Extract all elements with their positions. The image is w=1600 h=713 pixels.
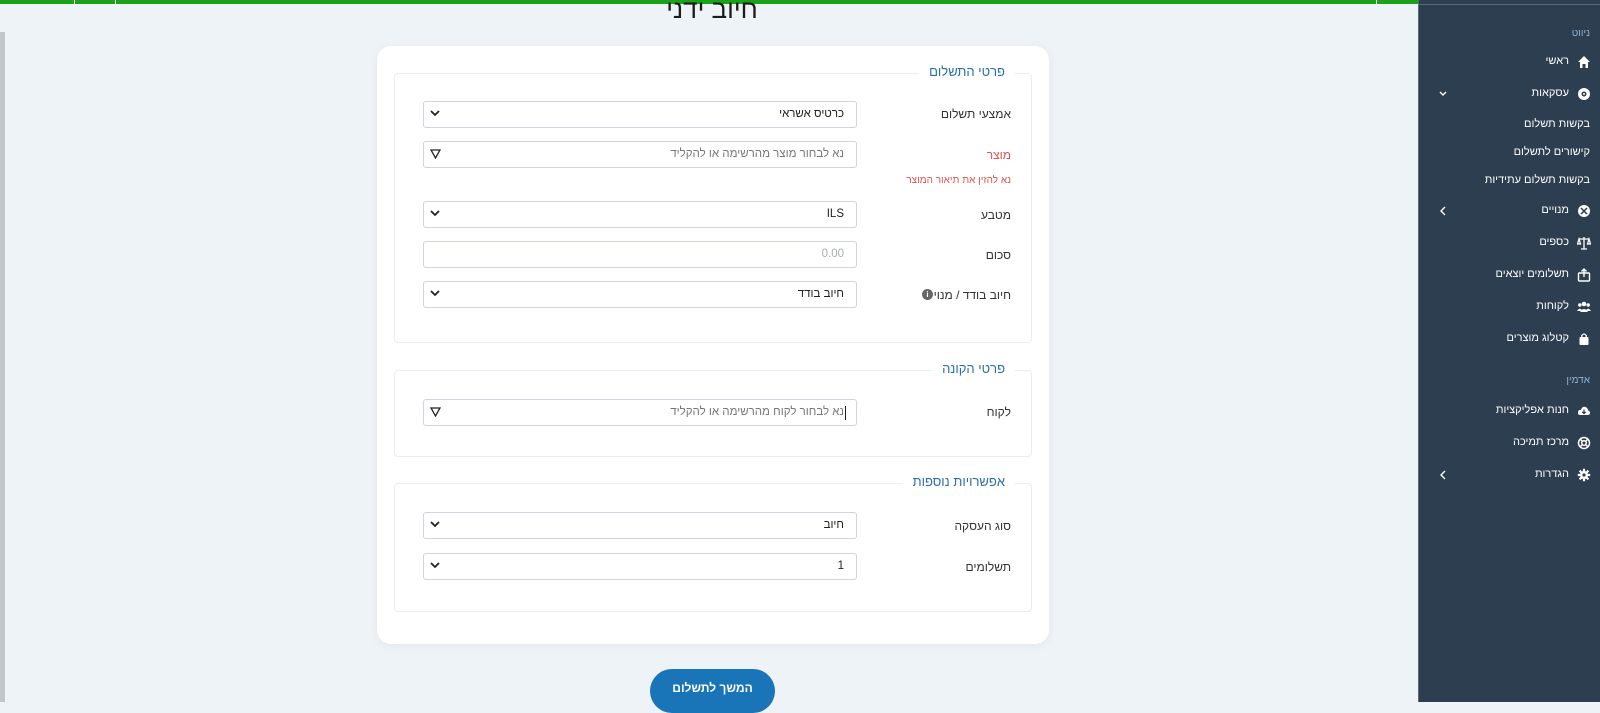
scale-icon [1577,236,1591,250]
home-icon [1578,56,1590,68]
customer-label: לקוח [986,405,1011,419]
product-error-message: נא להזין את תיאור המוצר [906,175,1011,186]
chevron-left-icon [1440,470,1446,480]
section-legend: אפשרויות נוספות [902,474,1015,489]
cloud-download-icon [1577,406,1591,415]
text-cursor [845,406,846,420]
chevron-down-icon [430,110,440,117]
dropdown-triangle-icon [430,407,441,417]
transaction-type-select[interactable]: חיוב [423,512,857,539]
info-icon[interactable]: i [922,289,933,300]
sidebar-section-admin: אדמין [1566,375,1590,386]
section-legend: פרטי התשלום [919,64,1015,79]
payment-details-section: פרטי התשלום אמצעי תשלום כרטיס אשראי מוצר… [394,64,1032,343]
gear-icon [1577,468,1591,482]
topbar-divider [115,0,116,4]
page-title: חיוב ידני [666,0,758,24]
transactions-icon [1578,88,1590,100]
shopping-bag-icon [1579,333,1589,345]
left-scroll-strip [0,32,5,702]
continue-to-payment-button[interactable]: המשך לתשלום [650,669,775,713]
dropdown-triangle-icon [430,149,441,159]
outgoing-icon [1577,268,1591,282]
amount-input[interactable]: 0.00 [423,241,857,268]
extra-options-section: אפשרויות נוספות סוג העסקה חיוב תשלומים 1 [394,474,1032,612]
customer-combobox[interactable]: נא לבחור לקוח מהרשימה או להקליד [423,399,857,426]
sidebar-item-funds[interactable]: כספים [1419,231,1600,255]
chevron-down-icon [430,521,440,528]
manual-charge-form: פרטי התשלום אמצעי תשלום כרטיס אשראי מוצר… [377,46,1049,644]
chevron-down-icon [430,290,440,297]
currency-label: מטבע [981,208,1011,222]
installments-select[interactable]: 1 [423,553,857,580]
sidebar-subitem-future-requests[interactable]: בקשות תשלום עתידיות [1485,174,1590,186]
installments-label: תשלומים [965,560,1011,574]
charge-type-select[interactable]: חיוב בודד [423,281,857,308]
sidebar-item-customers[interactable]: לקוחות [1419,295,1600,319]
payment-method-label: אמצעי תשלום [940,107,1011,121]
chevron-down-icon [1439,91,1447,96]
product-label: מוצר [986,148,1011,162]
charge-type-label: חיוב בודד / מנוי [933,288,1011,302]
chevron-left-icon [1440,206,1446,216]
product-combobox[interactable]: נא לבחור מוצר מהרשימה או להקליד [423,141,857,168]
sidebar-item-transactions[interactable]: עסקאות [1419,82,1600,106]
amount-label: סכום [985,248,1011,262]
life-ring-icon [1577,436,1591,450]
section-legend: פרטי הקונה [932,361,1015,376]
buyer-details-section: פרטי הקונה לקוח נא לבחור לקוח מהרשימה או… [394,361,1032,457]
sidebar-section-nav: ניווט [1571,28,1590,39]
sidebar-subitem-payment-links[interactable]: קישורים לתשלום [1514,146,1590,158]
topbar-divider [74,0,75,4]
currency-select[interactable]: ILS [423,201,857,228]
sidebar: ניווט ראשי עסקאות בקשות תשלום קישורים לת… [1418,0,1600,702]
payment-method-select[interactable]: כרטיס אשראי [423,101,857,128]
topbar-divider [1376,0,1377,4]
sidebar-top-divider [1419,4,1600,5]
users-icon [1577,301,1591,312]
sidebar-item-settings[interactable]: הגדרות [1419,463,1600,487]
transaction-type-label: סוג העסקה [954,519,1011,533]
sidebar-item-support[interactable]: מרכז תמיכה [1419,431,1600,455]
sidebar-subitem-payment-requests[interactable]: בקשות תשלום [1524,118,1590,130]
sidebar-item-subscriptions[interactable]: מנויים [1419,199,1600,223]
chevron-down-icon [430,210,440,217]
sidebar-item-catalog[interactable]: קטלוג מוצרים [1419,327,1600,351]
sidebar-item-home[interactable]: ראשי [1419,50,1600,74]
sidebar-item-outgoing-payments[interactable]: תשלומים יוצאים [1419,263,1600,287]
chevron-down-icon [430,562,440,569]
subscriptions-icon [1578,205,1590,217]
sidebar-item-app-store[interactable]: חנות אפליקציות [1419,399,1600,423]
